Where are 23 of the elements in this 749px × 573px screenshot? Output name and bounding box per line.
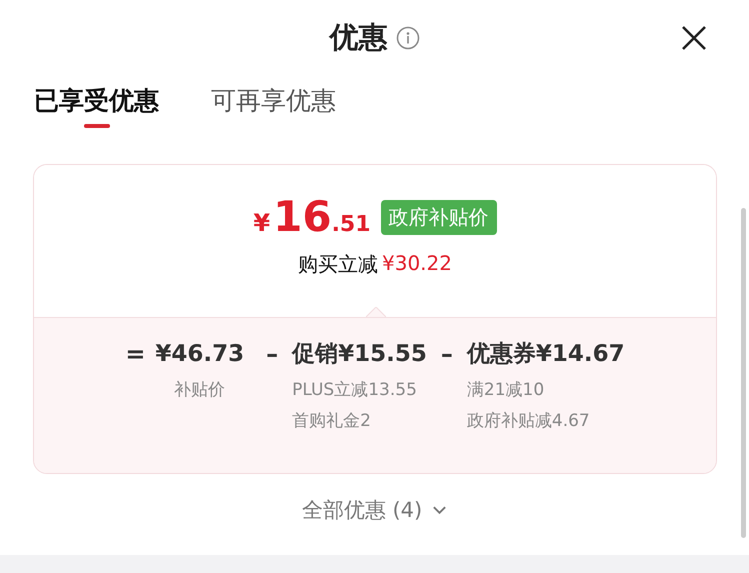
term-note: 满21减10	[466, 379, 546, 401]
term-note: 首购礼金2	[292, 410, 372, 432]
term-note: PLUS立减13.55	[292, 379, 418, 401]
sheet-title: 优惠	[330, 19, 388, 56]
chevron-down-icon[interactable]	[432, 505, 448, 515]
operator-sign: –	[440, 339, 454, 370]
saving-amount: ¥30.22	[382, 251, 452, 277]
tab[interactable]: 可再享优惠	[211, 76, 336, 130]
close-icon[interactable]	[681, 25, 707, 51]
tab[interactable]: 已享受优惠	[34, 76, 159, 130]
scrollbar[interactable]	[741, 208, 746, 538]
operator-sign: =	[125, 339, 146, 370]
term-amount: 优惠券¥14.67	[466, 340, 625, 369]
term-amount: 促销¥15.55	[292, 340, 427, 369]
term-note: 补贴价	[174, 379, 226, 401]
term-note: 政府补贴减4.67	[466, 410, 591, 432]
all-discounts-link[interactable]: 全部优惠 (4)	[302, 496, 422, 524]
operator-sign: –	[265, 339, 280, 370]
info-icon[interactable]	[396, 26, 420, 50]
final-price: ¥16.51	[253, 193, 371, 241]
saving-label: 购买立减	[298, 251, 378, 278]
term-amount: ¥46.73	[155, 340, 244, 369]
subsidy-badge: 政府补贴价	[380, 200, 497, 234]
